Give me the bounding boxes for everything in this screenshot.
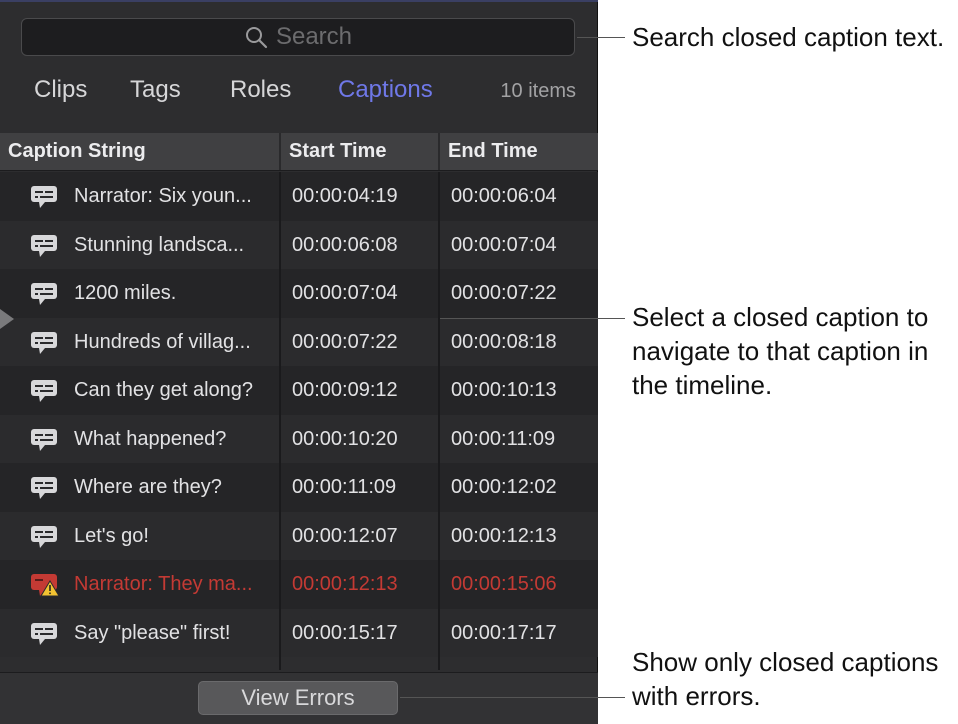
start-time: 00:00:04:19 [292, 185, 398, 207]
column-divider [279, 172, 281, 670]
start-time: 00:00:12:13 [292, 573, 398, 595]
column-divider [438, 172, 440, 670]
caption-row[interactable]: Say "please" first! 00:00:15:17 00:00:17:1… [0, 608, 598, 657]
start-time: 00:00:07:22 [292, 330, 398, 353]
end-time: 00:00:17:17 [451, 621, 557, 644]
search-placeholder: Search [275, 23, 353, 50]
callout-line-search [577, 37, 625, 38]
callout-errors: Show only closed captions with errors. [632, 647, 939, 711]
tab-captions[interactable]: Captions [338, 76, 433, 104]
view-errors-button[interactable]: View Errors [198, 681, 398, 715]
caption-string: What happened? [74, 427, 227, 450]
tab-tags[interactable]: Tags [130, 76, 181, 104]
caption-icon [30, 476, 58, 500]
caption-string: Where are they? [74, 476, 222, 498]
callout-line-errors [400, 697, 625, 698]
caption-row[interactable]: What happened? 00:00:10:20 00:00:11:09 [0, 414, 598, 463]
caption-string: Narrator: They ma... [74, 573, 253, 595]
column-header-start-time[interactable]: Start Time [279, 133, 438, 170]
caption-icon [30, 234, 58, 258]
caption-warning-icon [30, 573, 60, 597]
caption-string: Say "please" first! [74, 621, 231, 644]
end-time: 00:00:12:13 [451, 524, 557, 547]
caption-row[interactable]: Hundreds of villag... 00:00:07:22 00:00:08… [0, 317, 598, 366]
caption-row[interactable]: Let's go! 00:00:12:07 00:00:12:13 [0, 511, 598, 560]
caption-string: Stunning landsca... [74, 233, 245, 256]
end-time: 00:00:08:18 [451, 330, 557, 353]
caption-icon [30, 282, 58, 306]
caption-icon [30, 525, 58, 549]
start-time: 00:00:06:08 [292, 233, 398, 256]
playhead-marker [0, 309, 14, 329]
caption-icon [30, 185, 58, 209]
start-time: 00:00:07:04 [292, 282, 398, 304]
column-header-caption-string[interactable]: Caption String [0, 133, 279, 170]
captions-index-panel: Search Clips Tags Roles Captions 10 item… [0, 0, 598, 724]
caption-row[interactable]: Narrator: They ma... 00:00:12:13 00:00:15:… [0, 560, 598, 609]
items-count: 10 items [500, 80, 576, 102]
caption-row[interactable]: Where are they? 00:00:11:09 00:00:12:02 [0, 463, 598, 512]
column-header-end-time[interactable]: End Time [438, 133, 598, 170]
caption-list: Narrator: Six youn... 00:00:04:19 00:00:06… [0, 172, 598, 657]
search-field[interactable]: Search [21, 18, 575, 56]
start-time: 00:00:10:20 [292, 427, 398, 450]
start-time: 00:00:11:09 [292, 476, 397, 498]
caption-row[interactable]: Stunning landsca... 00:00:06:08 00:00:07:0… [0, 220, 598, 269]
caption-icon [30, 331, 58, 355]
caption-row[interactable]: Can they get along? 00:00:09:12 00:00:10:1… [0, 366, 598, 415]
end-time: 00:00:15:06 [451, 573, 557, 595]
start-time: 00:00:15:17 [292, 621, 398, 644]
table-header: Caption String Start Time End Time [0, 133, 598, 171]
callout-search: Search closed caption text. [632, 22, 945, 52]
caption-string: Narrator: Six youn... [74, 185, 252, 207]
start-time: 00:00:12:07 [292, 524, 398, 547]
caption-string: Let's go! [74, 524, 149, 547]
end-time: 00:00:11:09 [451, 427, 556, 450]
search-icon [245, 27, 268, 49]
panel-top-border [0, 0, 598, 2]
caption-icon [30, 622, 58, 646]
end-time: 00:00:06:04 [451, 185, 557, 207]
index-tabs: Clips Tags Roles Captions 10 items [0, 72, 598, 112]
end-time: 00:00:07:04 [451, 233, 557, 256]
end-time: 00:00:07:22 [451, 282, 557, 304]
tab-clips[interactable]: Clips [34, 76, 87, 104]
end-time: 00:00:10:13 [451, 379, 557, 401]
caption-string: Hundreds of villag... [74, 330, 251, 353]
caption-string: Can they get along? [74, 379, 254, 401]
tab-roles[interactable]: Roles [230, 76, 291, 104]
caption-row[interactable]: 1200 miles. 00:00:07:04 00:00:07:22 [0, 269, 598, 318]
caption-icon [30, 379, 58, 403]
end-time: 00:00:12:02 [451, 476, 557, 498]
caption-row[interactable]: Narrator: Six youn... 00:00:04:19 00:00:06… [0, 172, 598, 221]
caption-string: 1200 miles. [74, 282, 177, 304]
start-time: 00:00:09:12 [292, 379, 398, 401]
panel-footer: View Errors [0, 672, 598, 724]
callout-select: Select a closed caption to navigate to t… [632, 302, 929, 400]
caption-icon [30, 428, 58, 452]
callout-line-select [440, 318, 625, 319]
